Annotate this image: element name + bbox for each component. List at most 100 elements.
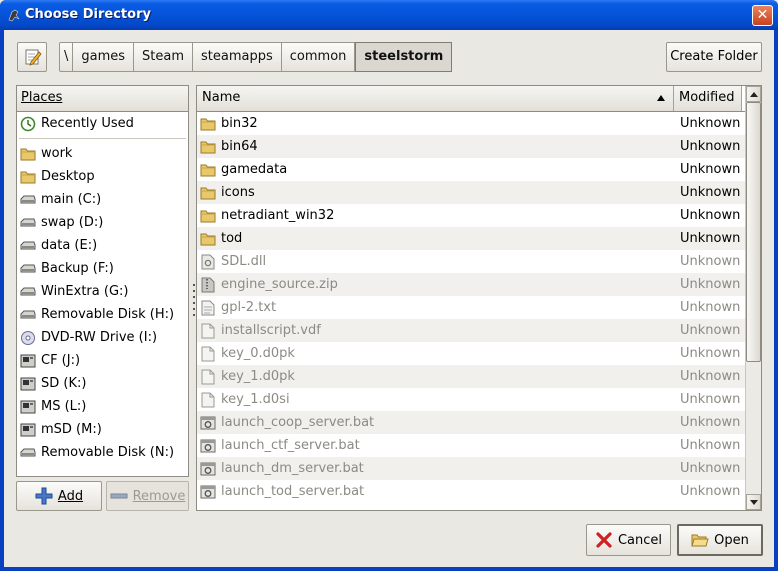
place-backup-f[interactable]: Backup (F:) [17, 257, 188, 280]
place-msd-m[interactable]: mSD (M:) [17, 418, 188, 441]
table-row[interactable]: gamedata Unknown [197, 158, 745, 181]
file-name: key_1.d0si [221, 392, 290, 407]
place-sd-k[interactable]: SD (K:) [17, 372, 188, 395]
place-label: main (C:) [41, 192, 102, 207]
cancel-icon [595, 531, 613, 549]
close-icon: ✕ [756, 7, 769, 23]
table-row[interactable]: launch_dm_server.bat Unknown [197, 457, 745, 480]
table-row[interactable]: bin64 Unknown [197, 135, 745, 158]
title-bar[interactable]: Choose Directory ✕ [0, 0, 778, 30]
crumb-steam[interactable]: Steam [134, 42, 194, 72]
table-row[interactable]: key_1.d0si Unknown [197, 388, 745, 411]
file-modified: Unknown [680, 231, 741, 246]
table-row[interactable]: icons Unknown [197, 181, 745, 204]
file-name: icons [221, 185, 255, 200]
table-row[interactable]: bin32 Unknown [197, 112, 745, 135]
script-file-icon [199, 461, 217, 477]
place-label: Removable Disk (N:) [41, 445, 175, 460]
file-name: bin32 [221, 116, 258, 131]
place-label: Recently Used [41, 116, 134, 131]
table-row[interactable]: key_1.d0pk Unknown [197, 365, 745, 388]
card-reader-icon [19, 422, 37, 438]
place-dvd-rw-drive-i[interactable]: DVD-RW Drive (I:) [17, 326, 188, 349]
places-separator [19, 138, 186, 139]
crumb-common[interactable]: common [281, 42, 356, 72]
close-button[interactable]: ✕ [752, 5, 773, 26]
file-name-cell: launch_dm_server.bat [197, 461, 674, 477]
add-label: Add [57, 488, 84, 504]
add-bookmark-button[interactable]: Add [16, 481, 102, 511]
place-ms-l[interactable]: MS (L:) [17, 395, 188, 418]
drive-icon [19, 192, 37, 208]
table-row[interactable]: netradiant_win32 Unknown [197, 204, 745, 227]
file-name-cell: key_1.d0si [197, 392, 674, 408]
table-row[interactable]: launch_ctf_server.bat Unknown [197, 434, 745, 457]
file-modified: Unknown [680, 346, 741, 361]
file-name-cell: launch_coop_server.bat [197, 415, 674, 431]
table-row[interactable]: SDL.dll Unknown [197, 250, 745, 273]
dialog-window: Choose Directory ✕ \ games Steam steamap… [0, 0, 778, 571]
folder-icon [19, 169, 37, 185]
cancel-button[interactable]: Cancel [586, 524, 671, 556]
place-main-c[interactable]: main (C:) [17, 188, 188, 211]
places-header[interactable]: Places [17, 86, 188, 112]
place-winextra-g[interactable]: WinExtra (G:) [17, 280, 188, 303]
place-desktop[interactable]: Desktop [17, 165, 188, 188]
app-icon [8, 9, 20, 22]
place-data-e[interactable]: data (E:) [17, 234, 188, 257]
file-name: SDL.dll [221, 254, 267, 269]
place-label: work [41, 146, 73, 161]
file-name-cell: launch_ctf_server.bat [197, 438, 674, 454]
place-removable-disk-n[interactable]: Removable Disk (N:) [17, 441, 188, 464]
file-name: launch_ctf_server.bat [221, 438, 360, 453]
remove-bookmark-button[interactable]: Remove [106, 481, 189, 511]
table-row[interactable]: installscript.vdf Unknown [197, 319, 745, 342]
column-modified-header[interactable]: Modified [674, 86, 742, 111]
crumb-steelstorm[interactable]: steelstorm [355, 42, 453, 72]
file-name: key_1.d0pk [221, 369, 295, 384]
scroll-down-button[interactable] [746, 494, 761, 510]
file-name-cell: bin64 [197, 139, 674, 155]
file-modified: Unknown [680, 185, 741, 200]
place-cf-j[interactable]: CF (J:) [17, 349, 188, 372]
place-recently-used[interactable]: Recently Used [17, 112, 188, 135]
document-file-icon [199, 323, 217, 339]
table-row[interactable]: engine_source.zip Unknown [197, 273, 745, 296]
place-removable-disk-h[interactable]: Removable Disk (H:) [17, 303, 188, 326]
table-row[interactable]: launch_tod_server.bat Unknown [197, 480, 745, 503]
scroll-thumb[interactable] [746, 102, 761, 362]
place-swap-d[interactable]: swap (D:) [17, 211, 188, 234]
file-modified: Unknown [680, 369, 741, 384]
recent-icon [19, 116, 37, 132]
document-file-icon [199, 369, 217, 385]
file-name-cell: tod [197, 231, 674, 247]
sort-ascending-icon [657, 95, 665, 101]
table-row[interactable]: key_0.d0pk Unknown [197, 342, 745, 365]
file-name: gpl-2.txt [221, 300, 277, 315]
file-name: netradiant_win32 [221, 208, 335, 223]
file-name-cell: SDL.dll [197, 254, 674, 270]
crumb-games[interactable]: games [73, 42, 135, 72]
document-file-icon [199, 346, 217, 362]
table-row[interactable]: tod Unknown [197, 227, 745, 250]
edit-location-button[interactable] [17, 42, 47, 72]
vertical-scrollbar[interactable] [745, 86, 761, 510]
table-row[interactable]: launch_coop_server.bat Unknown [197, 411, 745, 434]
add-icon [35, 487, 53, 505]
file-modified: Unknown [680, 254, 741, 269]
open-button[interactable]: Open [677, 524, 763, 556]
text-file-icon [199, 300, 217, 316]
crumb-root[interactable]: \ [59, 42, 74, 72]
column-name-header[interactable]: Name [197, 86, 674, 111]
file-name: launch_coop_server.bat [221, 415, 375, 430]
table-row[interactable]: gpl-2.txt Unknown [197, 296, 745, 319]
place-label: DVD-RW Drive (I:) [41, 330, 158, 345]
place-work[interactable]: work [17, 142, 188, 165]
window-title: Choose Directory [25, 7, 151, 22]
file-name: bin64 [221, 139, 258, 154]
scroll-up-button[interactable] [746, 86, 761, 102]
cancel-label: Cancel [617, 532, 663, 548]
crumb-steamapps[interactable]: steamapps [193, 42, 282, 72]
create-folder-button[interactable]: Create Folder [666, 42, 762, 72]
file-name: tod [221, 231, 243, 246]
